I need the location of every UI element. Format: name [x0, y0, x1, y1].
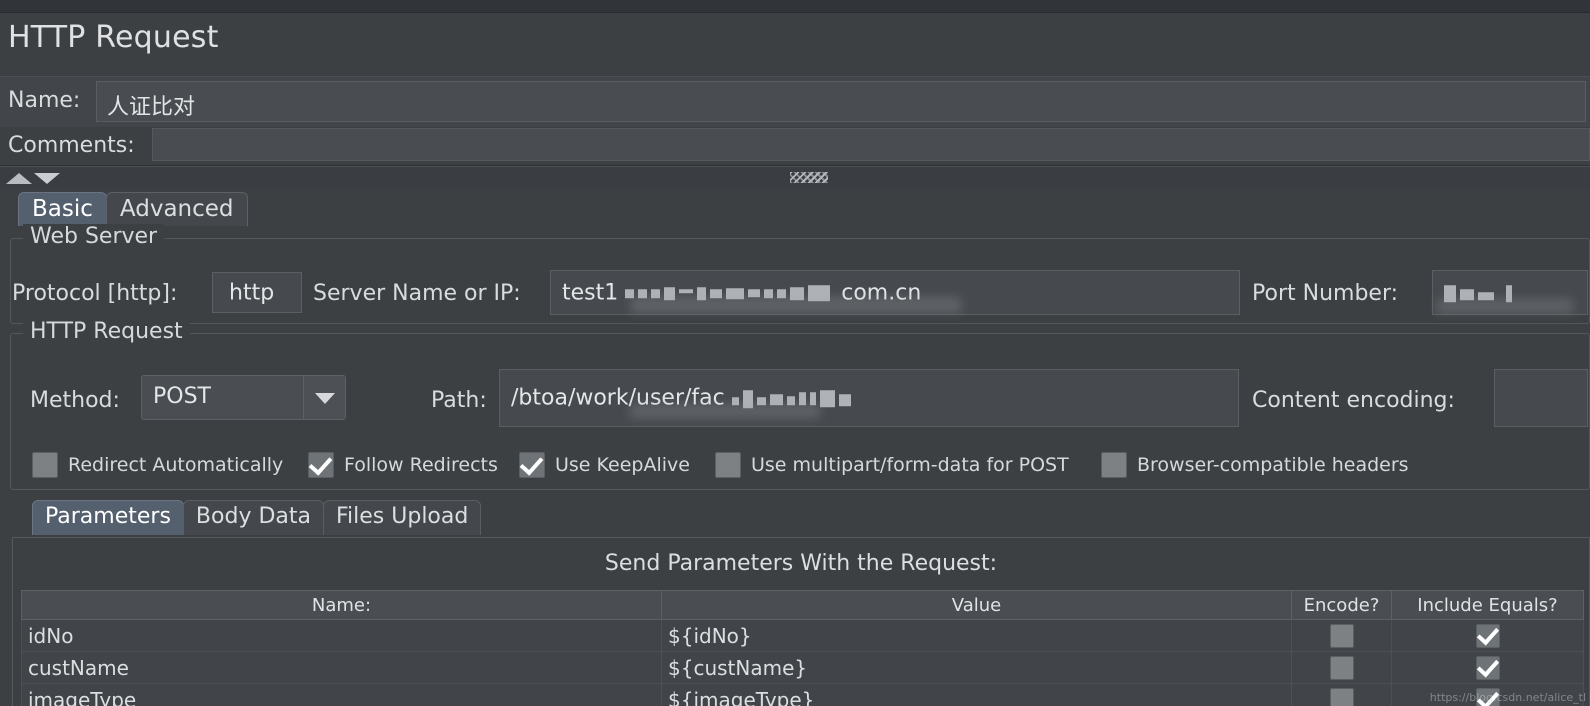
watermark: https://blog.csdn.net/alice_tl [1429, 691, 1586, 704]
cell-value[interactable]: ${idNo} [661, 619, 1292, 652]
cell-encode[interactable] [1291, 683, 1392, 706]
checkbox-use-keepalive[interactable] [519, 452, 545, 478]
web-server-group-title: Web Server [23, 224, 165, 249]
checkbox-encode[interactable] [1329, 624, 1354, 649]
option-label: Browser-compatible headers [1137, 454, 1409, 476]
checkbox-include-equals[interactable] [1475, 624, 1500, 649]
server-name-prefix: test1 [562, 279, 619, 305]
splitter-grip-icon[interactable] [790, 172, 828, 183]
table-header-row: Name: Value Encode? Include Equals? [21, 590, 1584, 620]
path-prefix: /btoa/work/user/fac [511, 385, 725, 411]
checkbox-redirect-automatically[interactable] [32, 452, 58, 478]
checkbox-encode[interactable] [1329, 688, 1354, 706]
checkbox-browser-compatible-headers[interactable] [1101, 452, 1127, 478]
option-label: Use multipart/form-data for POST [751, 454, 1069, 476]
jmeter-http-request-panel: HTTP Request Name: 人证比对 Comments: Basic … [0, 0, 1590, 706]
option-follow-redirects[interactable]: Follow Redirects [308, 452, 498, 478]
port-number-redacted [1444, 280, 1516, 305]
cell-name[interactable]: idNo [21, 619, 662, 652]
comments-input[interactable] [152, 128, 1590, 161]
server-name-input-value: test1 com.cn [562, 280, 921, 306]
table-row[interactable]: idNo ${idNo} [21, 619, 1584, 652]
table-row[interactable]: imageType ${imageType} [21, 683, 1584, 706]
tab-body-data[interactable]: Body Data [182, 500, 324, 535]
option-label: Use KeepAlive [555, 454, 690, 476]
table-row[interactable]: custName ${custName} [21, 651, 1584, 684]
name-label: Name: [8, 88, 81, 113]
content-encoding-label: Content encoding: [1252, 388, 1455, 413]
cell-encode[interactable] [1291, 651, 1392, 684]
window-top-strip [0, 0, 1590, 13]
method-dropdown[interactable]: POST [141, 375, 346, 420]
column-header-include-equals[interactable]: Include Equals? [1391, 590, 1584, 620]
path-redacted [731, 386, 855, 411]
option-label: Follow Redirects [344, 454, 498, 476]
content-encoding-input[interactable] [1494, 369, 1588, 427]
name-input-value: 人证比对 [107, 95, 196, 120]
path-input-value: /btoa/work/user/fac [511, 385, 855, 411]
option-label: Redirect Automatically [68, 454, 284, 476]
comments-row: Comments: [0, 128, 1590, 166]
comments-label: Comments: [8, 133, 135, 158]
protocol-label: Protocol [http]: [12, 281, 178, 306]
option-use-keepalive[interactable]: Use KeepAlive [519, 452, 690, 478]
tab-parameters[interactable]: Parameters [32, 500, 184, 535]
column-header-value[interactable]: Value [661, 590, 1292, 620]
path-input[interactable]: /btoa/work/user/fac [499, 369, 1239, 427]
name-input[interactable]: 人证比对 [96, 81, 1586, 122]
path-label: Path: [431, 388, 487, 413]
checkbox-encode[interactable] [1329, 656, 1354, 681]
server-name-redacted [625, 280, 834, 305]
tab-files-upload[interactable]: Files Upload [322, 500, 482, 535]
column-header-name[interactable]: Name: [21, 590, 662, 620]
parameters-table: Name: Value Encode? Include Equals? idNo… [21, 590, 1584, 706]
method-label: Method: [30, 388, 120, 413]
sub-tab-bar: Parameters Body Data Files Upload [32, 499, 482, 535]
cell-value[interactable]: ${imageType} [661, 683, 1292, 706]
server-name-suffix: com.cn [841, 279, 922, 305]
triangle-up-icon[interactable] [6, 173, 32, 184]
column-header-encode[interactable]: Encode? [1291, 590, 1392, 620]
triangle-down-icon[interactable] [34, 173, 60, 184]
cell-encode[interactable] [1291, 619, 1392, 652]
cell-value[interactable]: ${custName} [661, 651, 1292, 684]
method-dropdown-value: POST [153, 384, 211, 409]
page-title: HTTP Request [8, 20, 219, 55]
checkbox-include-equals[interactable] [1475, 656, 1500, 681]
panel-splitter[interactable] [0, 167, 1590, 189]
parameters-caption: Send Parameters With the Request: [604, 551, 998, 576]
port-number-label: Port Number: [1252, 281, 1399, 306]
name-row: Name: 人证比对 [0, 76, 1590, 127]
port-number-input[interactable] [1432, 270, 1588, 315]
cell-name[interactable]: custName [21, 651, 662, 684]
checkbox-use-multipart[interactable] [715, 452, 741, 478]
option-use-multipart[interactable]: Use multipart/form-data for POST [715, 452, 1069, 478]
tab-advanced[interactable]: Advanced [105, 192, 248, 226]
parameters-panel: Send Parameters With the Request: Name: … [12, 537, 1590, 706]
port-number-input-value [1444, 280, 1516, 306]
checkbox-follow-redirects[interactable] [308, 452, 334, 478]
cell-name[interactable]: imageType [21, 683, 662, 706]
collapse-arrows[interactable] [6, 169, 64, 187]
chevron-down-icon[interactable] [303, 376, 345, 419]
server-name-label: Server Name or IP: [313, 281, 521, 306]
protocol-input[interactable]: http [212, 272, 302, 313]
main-tab-bar: Basic Advanced [18, 192, 248, 226]
server-name-input[interactable]: test1 com.cn [550, 270, 1240, 315]
cell-include-equals[interactable] [1391, 651, 1584, 684]
option-browser-compatible-headers[interactable]: Browser-compatible headers [1101, 452, 1409, 478]
protocol-input-value: http [229, 280, 275, 305]
option-redirect-automatically[interactable]: Redirect Automatically [32, 452, 283, 478]
http-request-group-title: HTTP Request [23, 319, 190, 344]
tab-basic[interactable]: Basic [18, 192, 107, 226]
cell-include-equals[interactable] [1391, 619, 1584, 652]
request-options-row: Redirect Automatically Follow Redirects … [0, 450, 1590, 484]
